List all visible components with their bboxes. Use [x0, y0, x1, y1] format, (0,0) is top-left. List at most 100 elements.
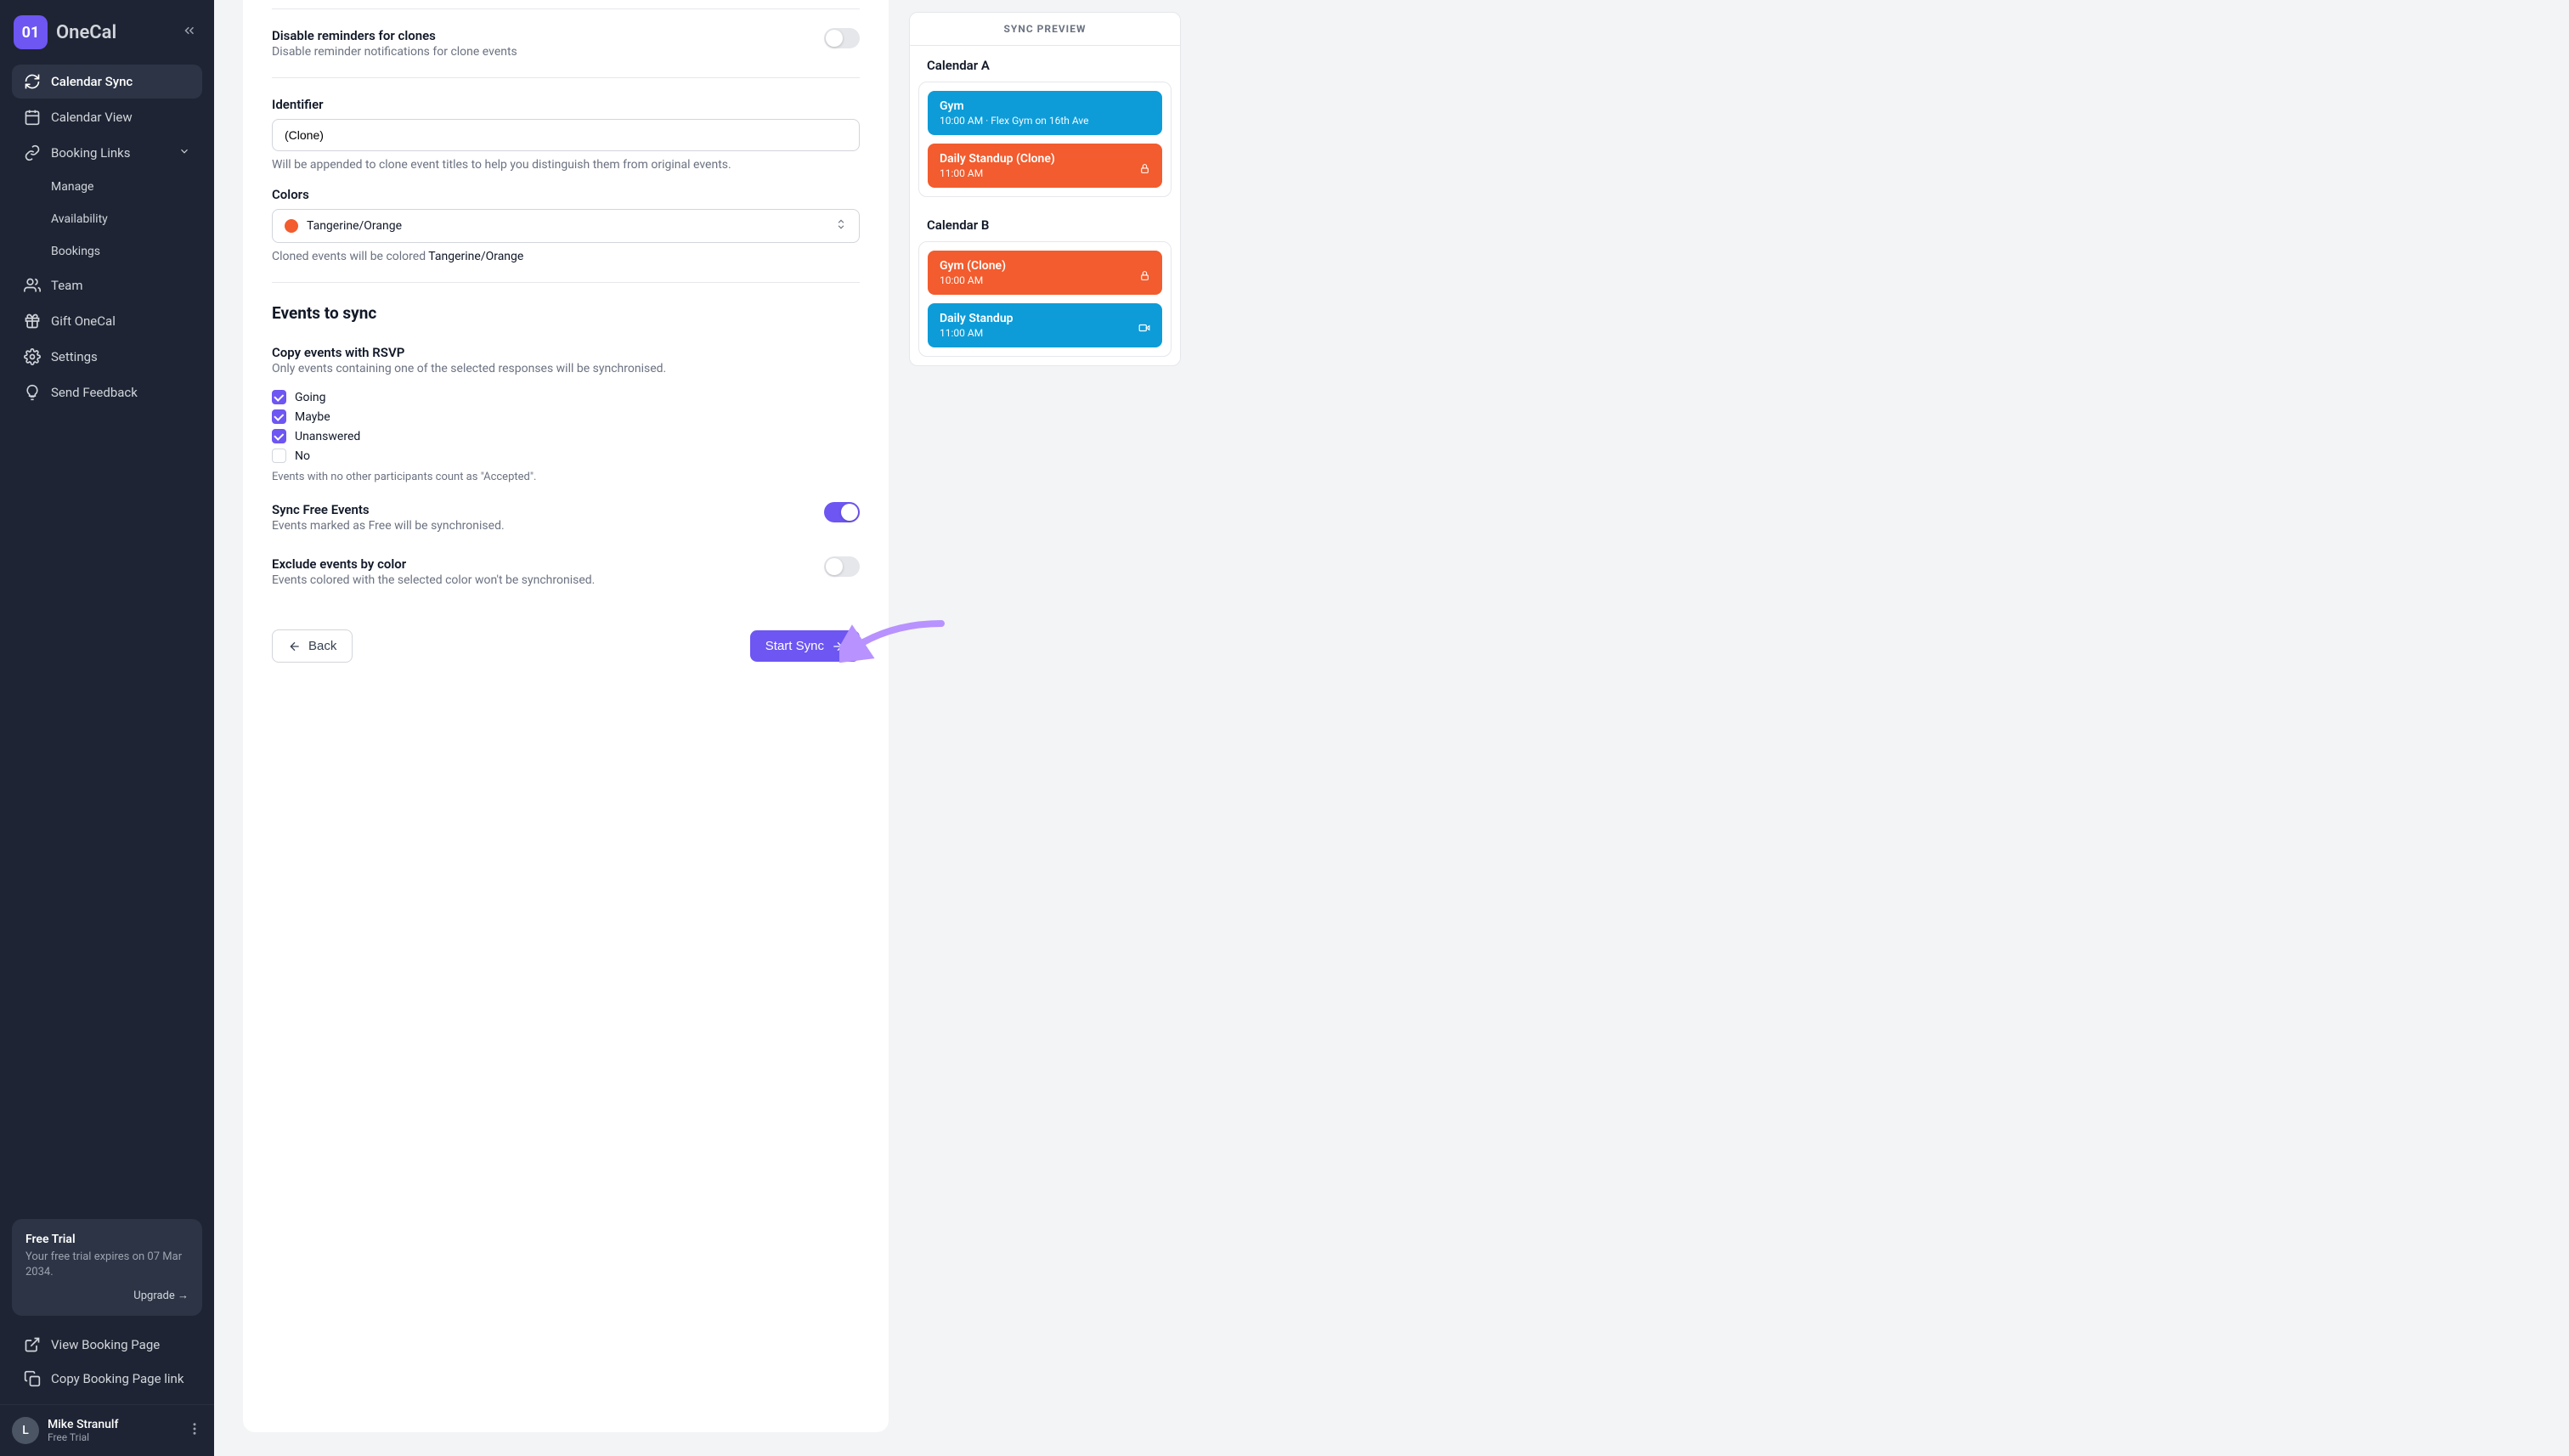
footer-buttons: Back Start Sync	[272, 606, 860, 663]
sidebar-item-calendar-sync[interactable]: Calendar Sync	[12, 65, 202, 99]
sidebar-label: Calendar View	[51, 110, 133, 125]
main: Disable reminders for clones Disable rem…	[214, 0, 2569, 1456]
color-swatch	[285, 219, 298, 233]
lock-icon	[1139, 161, 1150, 178]
back-button[interactable]: Back	[272, 629, 353, 663]
rsvp-option-maybe[interactable]: Maybe	[272, 407, 860, 426]
chevron-down-icon	[178, 145, 190, 161]
calendar-a-label: Calendar A	[910, 46, 1180, 82]
sync-free-desc: Events marked as Free will be synchronis…	[272, 519, 505, 533]
sidebar-item-gift[interactable]: Gift OneCal	[12, 304, 202, 338]
sidebar-item-manage[interactable]: Manage	[12, 172, 202, 202]
rsvp-option-unanswered[interactable]: Unanswered	[272, 426, 860, 446]
sidebar-item-settings[interactable]: Settings	[12, 340, 202, 374]
event-card: Gym (Clone) 10:00 AM	[928, 251, 1162, 295]
rsvp-desc: Only events containing one of the select…	[272, 362, 860, 375]
rsvp-block: Copy events with RSVP Only events contai…	[272, 326, 860, 490]
preview-header: SYNC PREVIEW	[910, 13, 1180, 46]
rsvp-option-no[interactable]: No	[272, 446, 860, 466]
logo-badge: 01	[14, 15, 48, 49]
sidebar-label: Send Feedback	[51, 385, 138, 400]
rsvp-note: Events with no other participants count …	[272, 471, 860, 483]
colors-help: Cloned events will be colored Tangerine/…	[272, 250, 860, 263]
checkbox[interactable]	[272, 409, 286, 424]
checkbox-label: Unanswered	[295, 430, 360, 443]
checkbox-label: Going	[295, 391, 326, 404]
checkbox-label: Maybe	[295, 410, 330, 424]
sidebar-label: Manage	[51, 180, 93, 194]
sidebar-label: Booking Links	[51, 145, 131, 161]
colors-value: Tangerine/Orange	[307, 219, 402, 233]
user-plan: Free Trial	[48, 1431, 178, 1443]
copy-booking-link[interactable]: Copy Booking Page link	[12, 1362, 202, 1396]
sidebar-label: Calendar Sync	[51, 74, 133, 89]
sidebar-label: Availability	[51, 212, 108, 226]
event-title: Gym (Clone)	[940, 259, 1150, 273]
disable-reminders-title: Disable reminders for clones	[272, 28, 517, 43]
checkbox[interactable]	[272, 390, 286, 404]
colors-label: Colors	[272, 187, 860, 202]
event-title: Gym	[940, 99, 1150, 113]
event-title: Daily Standup (Clone)	[940, 152, 1150, 166]
checkbox[interactable]	[272, 449, 286, 463]
sidebar-item-availability[interactable]: Availability	[12, 204, 202, 234]
trial-title: Free Trial	[25, 1233, 189, 1246]
event-card: Gym 10:00 AM · Flex Gym on 16th Ave	[928, 91, 1162, 135]
sync-icon	[24, 73, 41, 90]
avatar: L	[12, 1417, 39, 1444]
exclude-color-toggle[interactable]	[824, 556, 860, 577]
exclude-color-desc: Events colored with the selected color w…	[272, 573, 595, 587]
lock-icon	[1139, 268, 1150, 285]
upgrade-link[interactable]: Upgrade →	[25, 1289, 189, 1302]
select-chevron-icon	[835, 218, 847, 234]
gift-icon	[24, 313, 41, 330]
user-menu-button[interactable]	[187, 1421, 202, 1440]
start-sync-button[interactable]: Start Sync	[750, 630, 860, 662]
calendar-b-events: Gym (Clone) 10:00 AM Daily Standup 11:00…	[918, 241, 1172, 357]
sync-free-toggle[interactable]	[824, 502, 860, 522]
event-time: 11:00 AM	[940, 167, 1150, 179]
arrow-right-icon	[831, 640, 844, 653]
sidebar-footer: View Booking Page Copy Booking Page link	[0, 1328, 214, 1404]
checkbox[interactable]	[272, 429, 286, 443]
logo-text: OneCal	[56, 22, 116, 43]
identifier-input[interactable]	[272, 119, 860, 151]
sidebar-item-calendar-view[interactable]: Calendar View	[12, 100, 202, 134]
identifier-block: Identifier Will be appended to clone eve…	[272, 78, 860, 283]
identifier-label: Identifier	[272, 97, 860, 112]
video-icon	[1138, 321, 1150, 337]
app-logo[interactable]: 01 OneCal	[14, 15, 116, 49]
footer-link-label: View Booking Page	[51, 1337, 160, 1352]
footer-link-label: Copy Booking Page link	[51, 1371, 184, 1386]
sidebar-header: 01 OneCal	[0, 0, 214, 65]
sidebar-item-bookings[interactable]: Bookings	[12, 236, 202, 267]
event-time: 10:00 AM	[940, 274, 1150, 286]
colors-select[interactable]: Tangerine/Orange	[272, 209, 860, 243]
rsvp-title: Copy events with RSVP	[272, 345, 860, 360]
checkbox-label: No	[295, 449, 310, 463]
sidebar-label: Gift OneCal	[51, 313, 116, 329]
sidebar-label: Bookings	[51, 245, 100, 258]
event-card: Daily Standup 11:00 AM	[928, 303, 1162, 347]
sidebar-item-team[interactable]: Team	[12, 268, 202, 302]
sidebar-item-feedback[interactable]: Send Feedback	[12, 375, 202, 409]
calendar-b-label: Calendar B	[910, 206, 1180, 241]
view-booking-page-link[interactable]: View Booking Page	[12, 1328, 202, 1362]
disable-reminders-row: Disable reminders for clones Disable rem…	[272, 9, 860, 78]
event-time: 11:00 AM	[940, 327, 1150, 339]
user-info: Mike Stranulf Free Trial	[48, 1418, 178, 1443]
rsvp-option-going[interactable]: Going	[272, 387, 860, 407]
calendar-icon	[24, 109, 41, 126]
trial-desc: Your free trial expires on 07 Mar 2034.	[25, 1250, 189, 1280]
team-icon	[24, 277, 41, 294]
event-card: Daily Standup (Clone) 11:00 AM	[928, 144, 1162, 188]
arrow-left-icon	[288, 640, 302, 653]
event-title: Daily Standup	[940, 312, 1150, 325]
link-icon	[24, 144, 41, 161]
exclude-color-row: Exclude events by color Events colored w…	[272, 545, 860, 606]
sidebar-item-booking-links[interactable]: Booking Links	[12, 136, 202, 170]
sync-free-row: Sync Free Events Events marked as Free w…	[272, 490, 860, 545]
disable-reminders-toggle[interactable]	[824, 28, 860, 48]
user-name: Mike Stranulf	[48, 1418, 178, 1431]
collapse-sidebar-button[interactable]	[178, 20, 200, 45]
